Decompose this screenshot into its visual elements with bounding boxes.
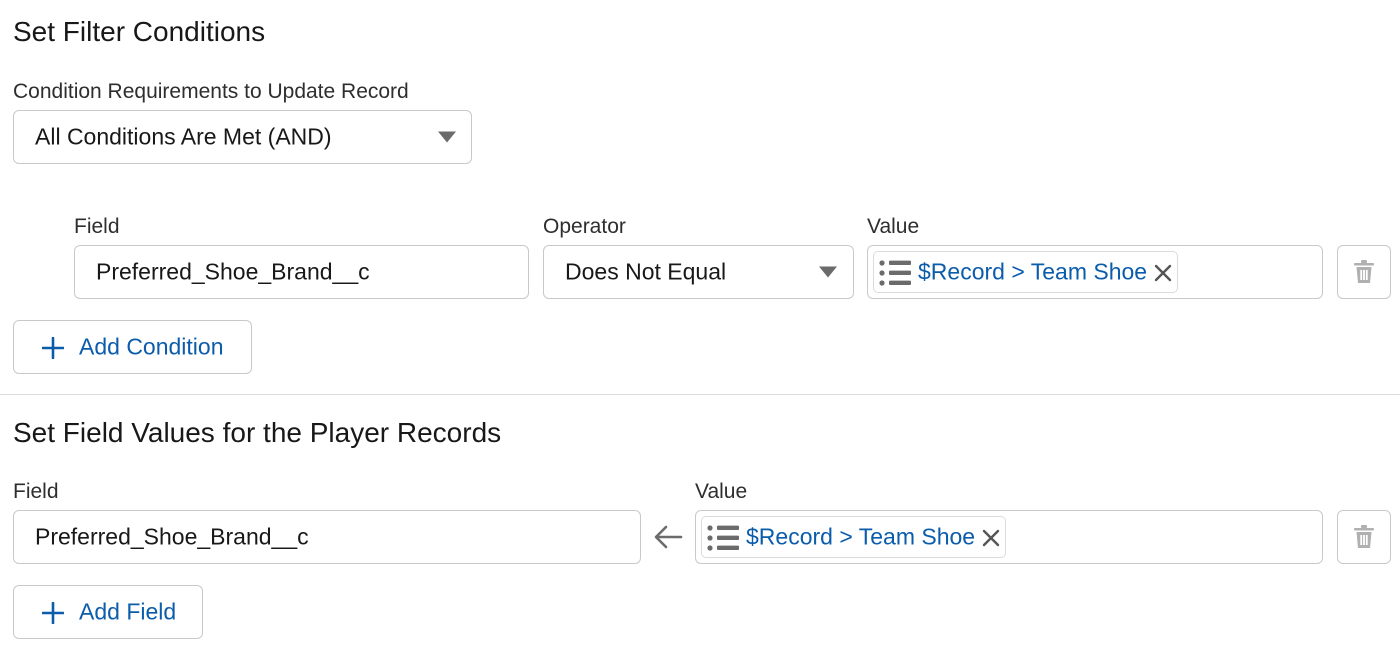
- assignment-value-pill-label: $Record > Team Shoe: [746, 523, 976, 550]
- values-section-title: Set Field Values for the Player Records: [13, 417, 502, 448]
- condition-requirements-value: All Conditions Are Met (AND): [35, 123, 332, 150]
- section-divider: [0, 394, 1400, 395]
- condition-requirements-select[interactable]: All Conditions Are Met (AND): [13, 110, 472, 164]
- condition-value-input[interactable]: $Record > Team Shoe: [867, 245, 1323, 299]
- condition-operator-select[interactable]: Does Not Equal: [543, 245, 854, 299]
- assignment-field-input[interactable]: Preferred_Shoe_Brand__c: [13, 510, 641, 564]
- trash-icon: [1354, 260, 1374, 283]
- filter-section-title: Set Filter Conditions: [13, 16, 266, 47]
- plus-icon: [42, 337, 64, 359]
- condition-field-value: Preferred_Shoe_Brand__c: [96, 258, 370, 285]
- add-condition-button[interactable]: Add Condition: [13, 320, 252, 374]
- list-icon: [879, 260, 911, 286]
- chevron-down-icon: [819, 266, 837, 278]
- plus-icon: [42, 602, 64, 624]
- list-icon: [707, 525, 739, 551]
- add-field-button[interactable]: Add Field: [13, 585, 203, 639]
- delete-field-button[interactable]: [1337, 510, 1391, 564]
- close-icon[interactable]: [1153, 263, 1173, 283]
- condition-field-input[interactable]: Preferred_Shoe_Brand__c: [74, 245, 529, 299]
- condition-operator-value: Does Not Equal: [565, 258, 727, 285]
- assignment-value-pill[interactable]: $Record > Team Shoe: [701, 516, 1006, 558]
- arrow-left-icon: [654, 525, 683, 549]
- condition-field-header: Field: [74, 215, 120, 238]
- assignment-value-header: Value: [695, 480, 748, 503]
- delete-condition-button[interactable]: [1337, 245, 1391, 299]
- condition-operator-header: Operator: [543, 215, 626, 238]
- assignment-field-value: Preferred_Shoe_Brand__c: [35, 523, 309, 550]
- chevron-down-icon: [438, 131, 456, 143]
- add-field-label: Add Field: [79, 598, 177, 625]
- condition-requirements-label: Condition Requirements to Update Record: [13, 80, 409, 103]
- condition-value-pill-label: $Record > Team Shoe: [918, 258, 1148, 285]
- condition-value-pill[interactable]: $Record > Team Shoe: [873, 251, 1178, 293]
- assignment-field-header: Field: [13, 480, 59, 503]
- close-icon[interactable]: [981, 528, 1001, 548]
- assignment-value-input[interactable]: $Record > Team Shoe: [695, 510, 1323, 564]
- condition-value-header: Value: [867, 215, 920, 238]
- add-condition-label: Add Condition: [79, 333, 224, 360]
- trash-icon: [1354, 525, 1374, 548]
